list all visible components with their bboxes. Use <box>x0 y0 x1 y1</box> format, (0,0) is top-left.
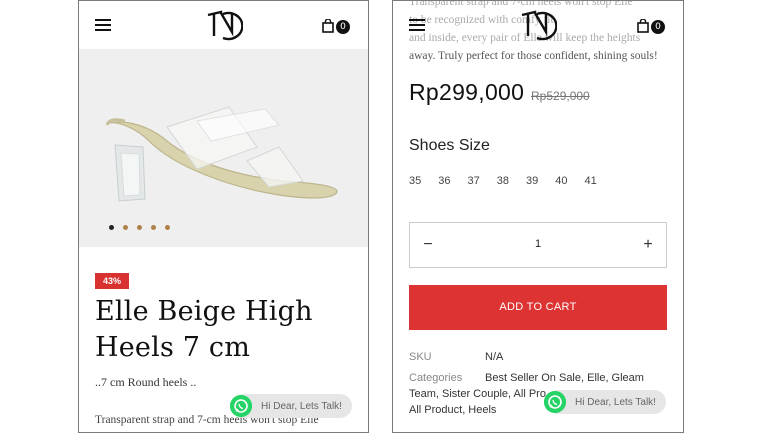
categories-links[interactable]: Best Seller On Sale, Elle, Gleam <box>485 372 644 384</box>
sku-value: N/A <box>485 351 504 363</box>
size-option[interactable]: 38 <box>497 175 509 187</box>
quantity-increase-button[interactable]: + <box>638 235 658 255</box>
categories-label: Categories <box>409 372 463 384</box>
whatsapp-icon <box>544 391 566 413</box>
whatsapp-label: Hi Dear, Lets Talk! <box>261 400 342 412</box>
gallery-dots <box>109 225 170 230</box>
product-image <box>79 49 368 247</box>
original-price: Rp529,000 <box>531 89 590 103</box>
cart-button[interactable]: 0 <box>322 16 352 36</box>
cart-count-badge: 0 <box>651 20 665 34</box>
whatsapp-chat-button[interactable]: Hi Dear, Lets Talk! <box>544 390 666 414</box>
size-option[interactable]: 40 <box>555 175 567 187</box>
whatsapp-label: Hi Dear, Lets Talk! <box>575 396 656 408</box>
size-option[interactable]: 39 <box>526 175 538 187</box>
whatsapp-icon <box>230 395 252 417</box>
size-option[interactable]: 37 <box>468 175 480 187</box>
add-to-cart-button[interactable]: ADD TO CART <box>409 285 667 330</box>
whatsapp-chat-button[interactable]: Hi Dear, Lets Talk! <box>230 394 352 418</box>
discount-badge: 43% <box>95 273 129 289</box>
shopping-bag-icon <box>322 19 334 33</box>
header: 0 <box>393 1 683 49</box>
cart-button[interactable]: 0 <box>637 16 667 36</box>
menu-icon[interactable] <box>95 19 111 31</box>
cart-count-badge: 0 <box>336 20 350 34</box>
product-screen-right: Transparent strap and 7-cm heels won't s… <box>392 0 684 433</box>
size-option[interactable]: 36 <box>438 175 450 187</box>
size-option[interactable]: 35 <box>409 175 421 187</box>
gallery-dot[interactable] <box>123 225 128 230</box>
quantity-stepper: − 1 + <box>409 222 667 268</box>
gallery-dot[interactable] <box>165 225 170 230</box>
gallery-dot[interactable] <box>151 225 156 230</box>
brand-logo[interactable] <box>519 8 557 42</box>
quantity-value[interactable]: 1 <box>410 238 666 250</box>
product-image-gallery[interactable] <box>79 49 368 247</box>
categories-links[interactable]: Team, Sister Couple, All Pro <box>409 388 546 400</box>
description-line: away. Truly perfect for those confident,… <box>409 50 658 62</box>
size-label: Shoes Size <box>409 137 490 154</box>
menu-icon[interactable] <box>409 19 425 31</box>
sku-label: SKU <box>409 351 432 363</box>
gallery-dot[interactable] <box>109 225 114 230</box>
size-option[interactable]: 41 <box>585 175 597 187</box>
sale-price: Rp299,000 <box>409 79 525 105</box>
gallery-dot[interactable] <box>137 225 142 230</box>
product-screen-left: 0 43% Elle Beige High Heels 7 cm ..7 cm … <box>78 0 369 433</box>
size-options: 35 36 37 38 39 40 41 <box>409 175 597 187</box>
product-subtitle: ..7 cm Round heels .. <box>95 375 197 389</box>
shopping-bag-icon <box>637 19 649 33</box>
categories-links[interactable]: All Product, Heels <box>409 404 496 416</box>
header: 0 <box>79 1 368 49</box>
brand-logo[interactable] <box>205 8 243 42</box>
product-title: Elle Beige High Heels 7 cm <box>95 296 313 363</box>
